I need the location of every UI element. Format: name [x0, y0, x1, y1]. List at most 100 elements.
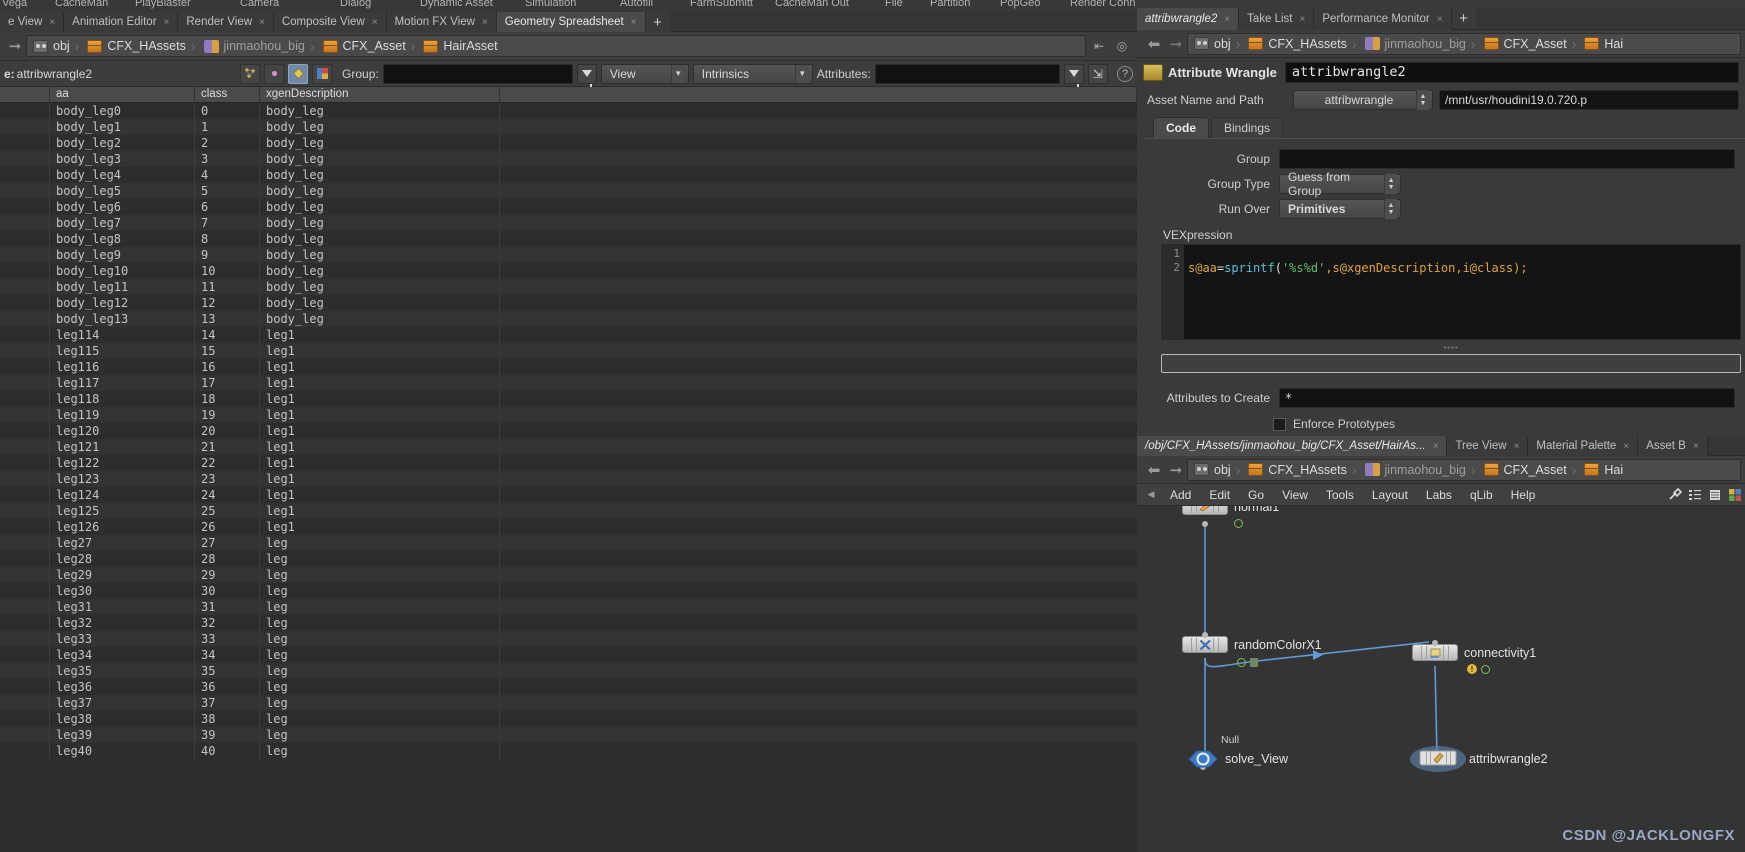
tab-geometry-spreadsheet[interactable]: Geometry Spreadsheet × [496, 12, 646, 32]
forward-arrow-icon[interactable]: ➞ [1165, 35, 1187, 53]
shelf-item[interactable]: CacheMan [55, 0, 108, 9]
cell-xgenDescription[interactable]: body_leg [260, 135, 500, 151]
cell-xgenDescription[interactable]: leg [260, 743, 500, 759]
cell-xgenDescription[interactable]: leg [260, 551, 500, 567]
breadcrumb-item-jinmaohou_big[interactable]: jinmaohou_big [198, 36, 308, 56]
breadcrumb-item-obj[interactable]: obj [27, 36, 73, 56]
cell-class[interactable]: 17 [195, 375, 260, 391]
enforce-prototypes-checkbox[interactable] [1273, 417, 1286, 431]
cell-class[interactable]: 12 [195, 295, 260, 311]
vertices-icon[interactable] [264, 63, 285, 84]
cell-aa[interactable]: leg28 [50, 551, 195, 567]
cell-aa[interactable]: body_leg0 [50, 103, 195, 119]
breadcrumb-item-CFX_HAssets[interactable]: CFX_HAssets [1242, 460, 1350, 480]
shelf-item[interactable]: PlayBlaster [135, 0, 191, 9]
shelf-item[interactable]: Autofill [620, 0, 653, 9]
table-row[interactable]: leg35 35 leg [0, 663, 1137, 679]
code-resize-handle[interactable]: ▪▪▪▪ [1161, 342, 1741, 352]
group-type-dropdown[interactable]: Guess from Group ▲ ▼ [1279, 170, 1401, 198]
attributes-to-create-input[interactable]: * [1279, 388, 1735, 408]
close-icon[interactable]: × [49, 17, 55, 28]
cell-aa[interactable]: leg27 [50, 535, 195, 551]
cell-xgenDescription[interactable]: leg [260, 711, 500, 727]
cell-aa[interactable]: leg39 [50, 727, 195, 743]
detail-icon[interactable] [312, 63, 333, 84]
warning-flag-icon[interactable]: ! [1467, 664, 1477, 674]
cell-class[interactable]: 2 [195, 135, 260, 151]
network-menu-qlib[interactable]: qLib [1461, 484, 1502, 506]
table-row[interactable]: leg122 22 leg1 [0, 455, 1137, 471]
cell-xgenDescription[interactable]: body_leg [260, 119, 500, 135]
toolbar-node-name[interactable]: attribwrangle2 [17, 67, 92, 81]
attributes-filter-icon[interactable] [1063, 63, 1084, 88]
breadcrumb-item-CFX_Asset[interactable]: CFX_Asset [1478, 34, 1570, 54]
breadcrumb-item-obj[interactable]: obj [1188, 460, 1234, 480]
cell-xgenDescription[interactable]: leg1 [260, 359, 500, 375]
group-input[interactable] [382, 63, 573, 84]
table-row[interactable]: leg33 33 leg [0, 631, 1137, 647]
column-header-xgenDescription[interactable]: xgenDescription [260, 87, 500, 102]
cell-aa[interactable]: leg29 [50, 567, 195, 583]
table-row[interactable]: leg38 38 leg [0, 711, 1137, 727]
cell-class[interactable]: 21 [195, 439, 260, 455]
cell-xgenDescription[interactable]: leg [260, 535, 500, 551]
cell-xgenDescription[interactable]: leg1 [260, 471, 500, 487]
table-row[interactable]: leg34 34 leg [0, 647, 1137, 663]
shelf-item[interactable]: PopGeo [1000, 0, 1040, 9]
cell-xgenDescription[interactable]: leg1 [260, 455, 500, 471]
cell-class[interactable]: 24 [195, 487, 260, 503]
shelf-item[interactable]: Dialog [340, 0, 371, 9]
table-row[interactable]: leg27 27 leg [0, 535, 1137, 551]
help-icon[interactable]: ? [1117, 65, 1133, 82]
cell-class[interactable]: 23 [195, 471, 260, 487]
breadcrumb-item-obj[interactable]: obj [1188, 34, 1234, 54]
palette-icon[interactable] [1725, 485, 1745, 505]
breadcrumb-item-HairAsset[interactable]: HairAsset [417, 36, 500, 56]
table-row[interactable]: leg114 14 leg1 [0, 327, 1137, 343]
add-tab-button[interactable]: + [645, 12, 670, 32]
cell-class[interactable]: 37 [195, 695, 260, 711]
cell-xgenDescription[interactable]: body_leg [260, 231, 500, 247]
close-icon[interactable]: × [1437, 14, 1443, 25]
cell-aa[interactable]: body_leg10 [50, 263, 195, 279]
cell-class[interactable]: 20 [195, 423, 260, 439]
close-icon[interactable]: × [1299, 14, 1305, 25]
tab-tree-view[interactable]: Tree View × [1447, 436, 1529, 456]
breadcrumb[interactable]: obj › CFX_HAssets › jinmaohou_big › CFX_Asset ›… [1187, 458, 1741, 481]
cell-aa[interactable]: leg114 [50, 327, 195, 343]
cell-aa[interactable]: body_leg9 [50, 247, 195, 263]
cell-class[interactable]: 28 [195, 551, 260, 567]
network-menu-tools[interactable]: Tools [1317, 484, 1363, 506]
breadcrumb-item-Hai[interactable]: Hai [1578, 460, 1626, 480]
close-icon[interactable]: × [631, 17, 637, 28]
forward-arrow-icon[interactable]: ➞ [1165, 461, 1187, 479]
table-row[interactable]: body_leg1 1 body_leg [0, 119, 1137, 135]
close-icon[interactable]: × [1514, 441, 1520, 452]
close-icon[interactable]: × [482, 17, 488, 28]
asset-path-field[interactable]: /mnt/usr/houdini19.0.720.p [1439, 90, 1739, 110]
cell-xgenDescription[interactable]: leg1 [260, 343, 500, 359]
table-row[interactable]: leg36 36 leg [0, 679, 1137, 695]
network-menu-labs[interactable]: Labs [1417, 484, 1461, 506]
tab-material-palette[interactable]: Material Palette × [1528, 436, 1639, 456]
cell-aa[interactable]: leg120 [50, 423, 195, 439]
cell-xgenDescription[interactable]: leg [260, 583, 500, 599]
cell-aa[interactable]: leg121 [50, 439, 195, 455]
table-row[interactable]: leg116 16 leg1 [0, 359, 1137, 375]
breadcrumb-item-CFX_HAssets[interactable]: CFX_HAssets [81, 36, 189, 56]
cell-class[interactable]: 11 [195, 279, 260, 295]
table-row[interactable]: leg28 28 leg [0, 551, 1137, 567]
table-row[interactable]: body_leg7 7 body_leg [0, 215, 1137, 231]
display-flag-icon[interactable] [1481, 664, 1490, 674]
cell-class[interactable]: 14 [195, 327, 260, 343]
cell-aa[interactable]: leg33 [50, 631, 195, 647]
close-icon[interactable]: × [1433, 441, 1439, 452]
table-row[interactable]: leg126 26 leg1 [0, 519, 1137, 535]
cell-aa[interactable]: body_leg12 [50, 295, 195, 311]
attributes-input[interactable] [874, 63, 1060, 84]
node-normal1[interactable]: normal1 [1182, 506, 1279, 515]
back-arrow-icon[interactable]: ⬅ [1143, 461, 1165, 479]
cell-aa[interactable]: leg36 [50, 679, 195, 695]
cell-aa[interactable]: leg115 [50, 343, 195, 359]
column-header-aa[interactable]: aa [50, 87, 195, 102]
